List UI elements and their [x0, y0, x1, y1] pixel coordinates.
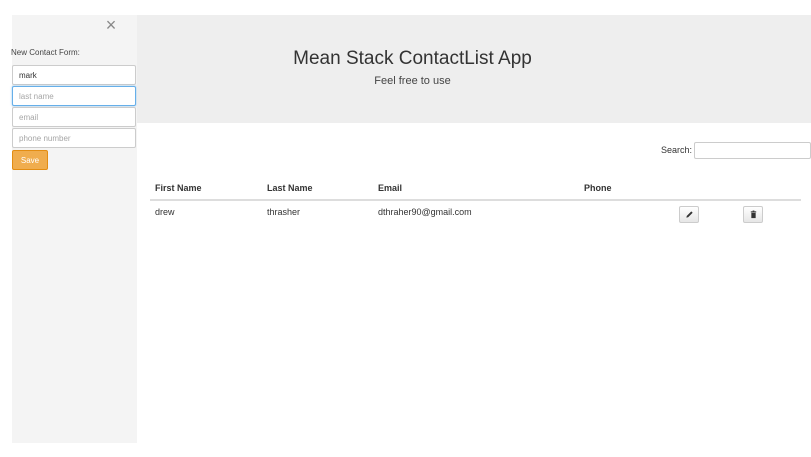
column-header-first-name: First Name: [155, 183, 202, 193]
email-field[interactable]: [12, 107, 136, 127]
column-header-email: Email: [378, 183, 403, 193]
last-name-field[interactable]: [12, 86, 136, 106]
page-header: Mean Stack ContactList App Feel free to …: [137, 15, 811, 123]
column-header-last-name: Last Name: [267, 183, 313, 193]
phone-number-field[interactable]: [12, 128, 136, 148]
delete-button[interactable]: [743, 206, 763, 223]
cell-last-name: thrasher: [267, 207, 301, 217]
save-button[interactable]: Save: [12, 150, 48, 170]
contact-form-sidebar: × New Contact Form: Save: [11, 15, 137, 443]
search-input[interactable]: [694, 142, 811, 159]
pencil-icon: [685, 210, 694, 219]
cell-first-name: drew: [155, 207, 175, 217]
column-header-phone: Phone: [584, 183, 612, 193]
first-name-field[interactable]: [12, 65, 136, 85]
app-subtitle: Feel free to use: [374, 75, 451, 87]
trash-icon: [749, 210, 758, 219]
edit-button[interactable]: [679, 206, 699, 223]
app-title: Mean Stack ContactList App: [293, 48, 532, 69]
table-header-divider: [150, 199, 801, 201]
search-label: Search:: [661, 145, 693, 155]
close-icon[interactable]: ×: [103, 16, 119, 34]
form-label: New Contact Form:: [11, 48, 80, 57]
cell-email: dthraher90@gmail.com: [378, 207, 472, 217]
